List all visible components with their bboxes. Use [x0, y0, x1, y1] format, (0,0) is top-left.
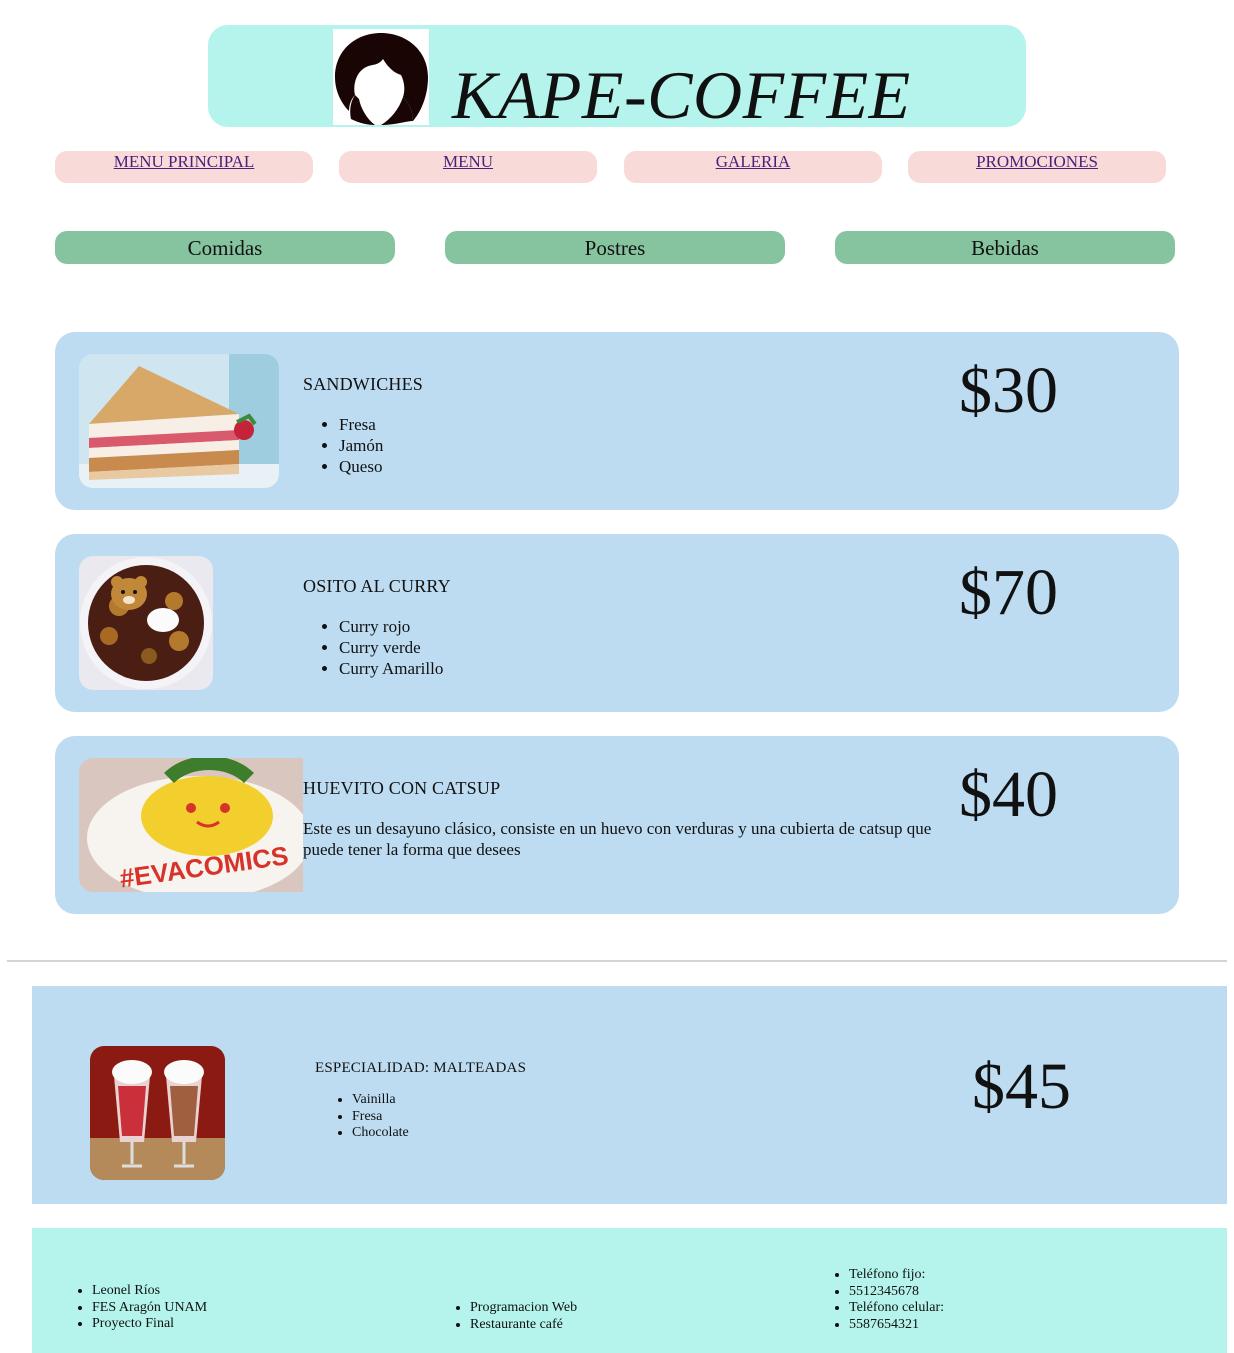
- list-item: Leonel Ríos: [92, 1283, 207, 1300]
- list-item: Teléfono celular:: [849, 1300, 944, 1317]
- list-item: FES Aragón UNAM: [92, 1300, 207, 1317]
- item-name: SANDWICHES: [303, 374, 424, 394]
- item-options-list: Curry rojo Curry verde Curry Amarillo: [339, 616, 443, 679]
- site-header: KAPE-COFFEE: [208, 25, 1026, 133]
- list-item: Curry rojo: [339, 616, 443, 637]
- omelette-photo: #EVACOMICS: [79, 758, 303, 892]
- item-price: $40: [959, 758, 1058, 831]
- footer-author-list: Leonel Ríos FES Aragón UNAM Proyecto Fin…: [92, 1283, 207, 1333]
- woman-silhouette-logo-icon: [333, 29, 429, 125]
- item-name: OSITO AL CURRY: [303, 576, 451, 596]
- footer-contact-list: Teléfono fijo: 5512345678 Teléfono celul…: [849, 1267, 944, 1333]
- category-button-bebidas[interactable]: Bebidas: [835, 231, 1175, 264]
- sandwich-photo: [79, 354, 279, 488]
- list-item: 5512345678: [849, 1284, 944, 1301]
- item-description: Este es un desayuno clásico, consiste en…: [303, 819, 932, 859]
- list-item: Curry verde: [339, 637, 443, 658]
- special-price: $45: [972, 1050, 1071, 1123]
- special-name: ESPECIALIDAD: MALTEADAS: [315, 1060, 527, 1076]
- menu-item-card: #EVACOMICS HUEVITO CON CATSUP Este es un…: [55, 736, 1179, 914]
- item-price: $70: [959, 556, 1058, 629]
- nav-link-menu-principal[interactable]: MENU PRINCIPAL: [55, 151, 313, 183]
- milkshakes-photo: [90, 1046, 225, 1180]
- nav-link-promociones[interactable]: PROMOCIONES: [908, 151, 1166, 183]
- nav-link-galeria[interactable]: GALERIA: [624, 151, 882, 183]
- special-section: ESPECIALIDAD: MALTEADAS Vainilla Fresa C…: [32, 986, 1227, 1204]
- site-footer: Leonel Ríos FES Aragón UNAM Proyecto Fin…: [32, 1228, 1227, 1353]
- nav-link-menu[interactable]: MENU: [339, 151, 597, 183]
- footer-project-list: Programacion Web Restaurante café: [470, 1300, 577, 1333]
- list-item: 5587654321: [849, 1317, 944, 1334]
- list-item: Programacion Web: [470, 1300, 577, 1317]
- section-divider: [7, 960, 1227, 962]
- menu-item-card: OSITO AL CURRY Curry rojo Curry verde Cu…: [55, 534, 1179, 712]
- list-item: Fresa: [339, 414, 383, 435]
- list-item: Proyecto Final: [92, 1316, 207, 1333]
- list-item: Vainilla: [352, 1092, 409, 1109]
- list-item: Restaurante café: [470, 1317, 577, 1334]
- list-item: Chocolate: [352, 1125, 409, 1142]
- item-name: HUEVITO CON CATSUP: [303, 778, 501, 798]
- bear-curry-photo: [79, 556, 213, 690]
- category-bar: Comidas Postres Bebidas: [0, 231, 1234, 264]
- list-item: Jamón: [339, 435, 383, 456]
- main-nav: MENU PRINCIPAL MENU GALERIA PROMOCIONES: [0, 151, 1234, 183]
- category-button-comidas[interactable]: Comidas: [55, 231, 395, 264]
- site-title: KAPE-COFFEE: [452, 57, 911, 133]
- category-button-postres[interactable]: Postres: [445, 231, 785, 264]
- list-item: Queso: [339, 456, 383, 477]
- item-price: $30: [959, 354, 1058, 427]
- menu-item-card: SANDWICHES Fresa Jamón Queso $30: [55, 332, 1179, 510]
- list-item: Teléfono fijo:: [849, 1267, 944, 1284]
- list-item: Curry Amarillo: [339, 658, 443, 679]
- special-options-list: Vainilla Fresa Chocolate: [352, 1092, 409, 1142]
- item-options-list: Fresa Jamón Queso: [339, 414, 383, 477]
- list-item: Fresa: [352, 1109, 409, 1126]
